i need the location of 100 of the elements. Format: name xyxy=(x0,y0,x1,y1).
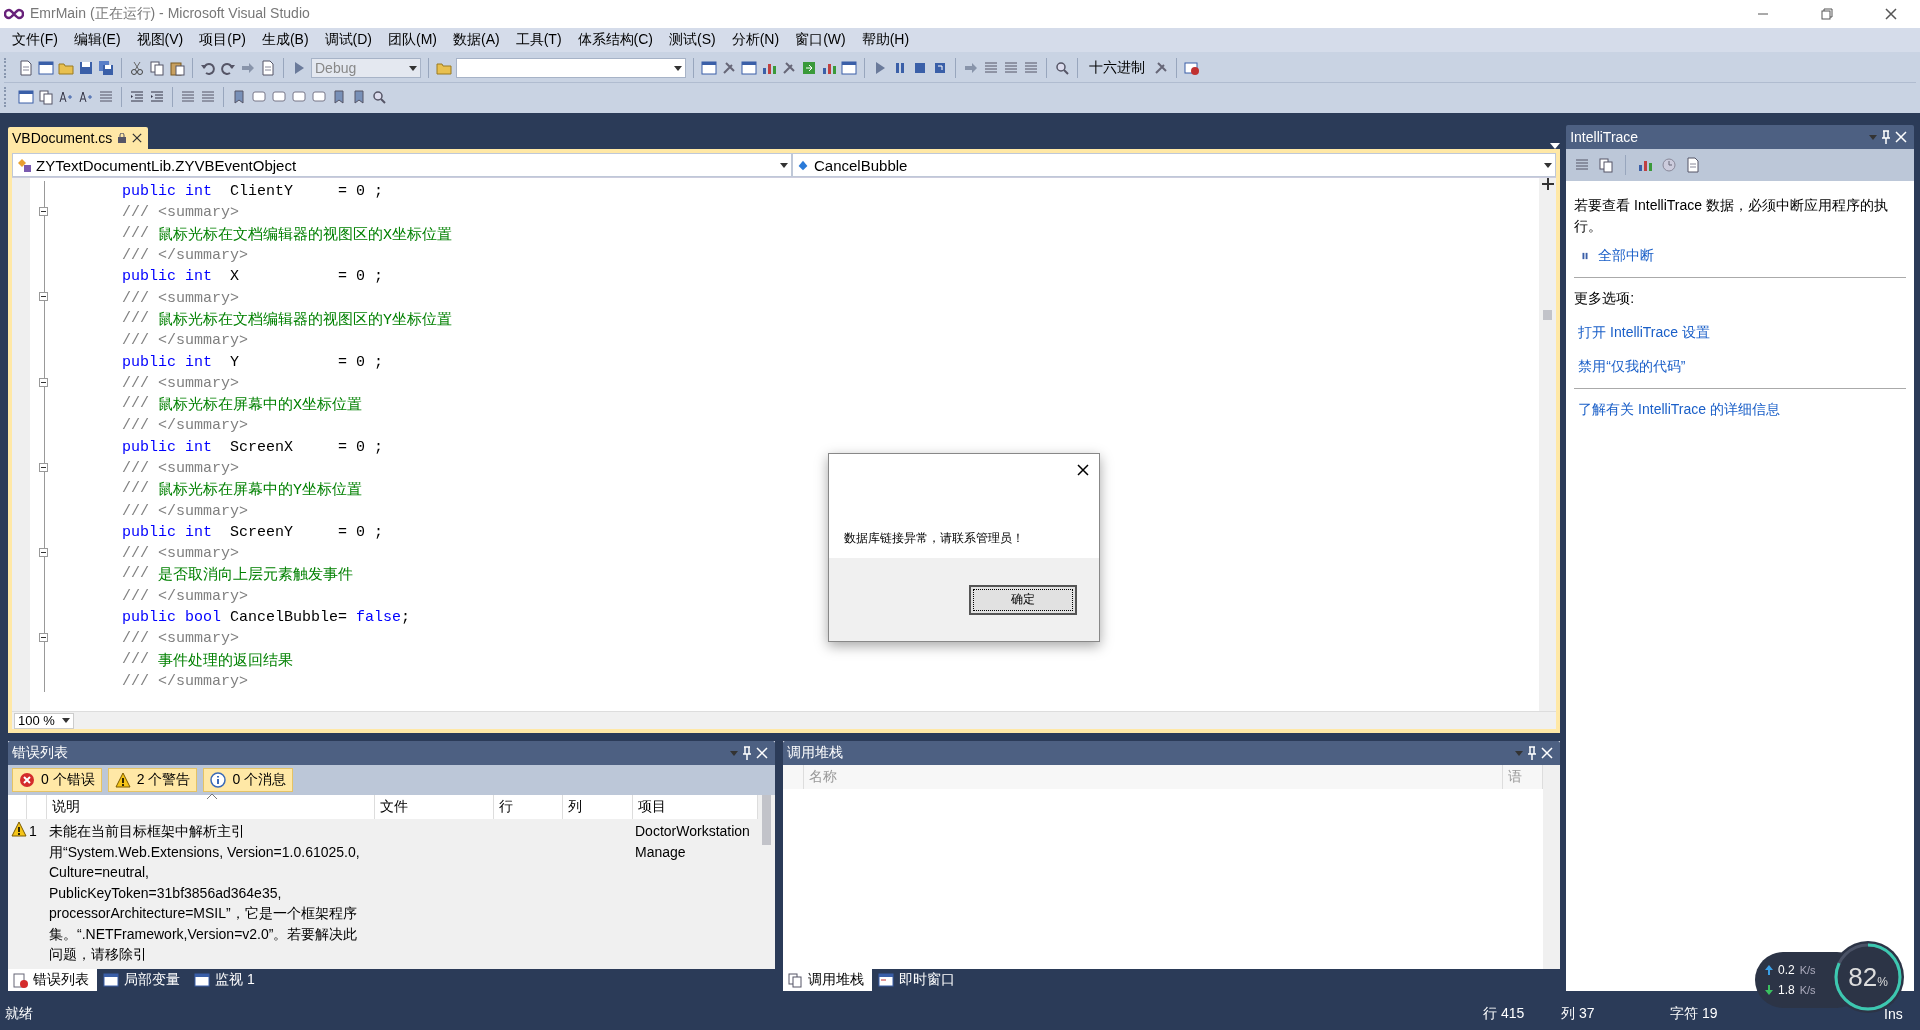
menu-item[interactable]: 窗口(W) xyxy=(787,29,854,51)
collapse-icon[interactable] xyxy=(39,548,48,558)
undo-icon[interactable] xyxy=(200,60,216,76)
option-link[interactable]: 禁用“仅我的代码” xyxy=(1578,358,1686,376)
panel-tab[interactable]: 调用堆栈 xyxy=(783,969,872,991)
window-icon[interactable] xyxy=(841,60,857,76)
scrollbar-thumb[interactable] xyxy=(1543,310,1553,320)
menu-item[interactable]: 视图(V) xyxy=(128,29,192,51)
document-icon[interactable] xyxy=(260,60,276,76)
ok-button[interactable]: 确定 xyxy=(969,584,1077,615)
close-icon[interactable] xyxy=(132,133,143,143)
window-menu-icon[interactable] xyxy=(730,750,738,756)
menu-item[interactable]: 分析(N) xyxy=(723,29,788,51)
collapse-icon[interactable] xyxy=(39,633,48,643)
scrollbar[interactable] xyxy=(758,795,775,969)
font-icon[interactable] xyxy=(78,89,94,105)
document-tab[interactable]: VBDocument.cs xyxy=(8,127,149,149)
filter-toggle[interactable]: 2 个警告 xyxy=(107,768,198,792)
save-all-icon[interactable] xyxy=(98,60,114,76)
menu-item[interactable]: 团队(M) xyxy=(380,29,445,51)
collapse-icon[interactable] xyxy=(39,292,48,302)
split-icon[interactable] xyxy=(1541,178,1554,190)
add-item-icon[interactable] xyxy=(38,60,54,76)
comment-slashes: /// xyxy=(122,224,149,244)
menu-item[interactable]: 帮助(H) xyxy=(853,29,918,51)
percent-sign: % xyxy=(1877,975,1888,989)
column-header[interactable]: 说明 xyxy=(46,795,374,819)
selection-icon[interactable] xyxy=(38,89,54,105)
menu-item[interactable]: 测试(S) xyxy=(661,29,724,51)
paste-icon[interactable] xyxy=(169,60,185,76)
filter-toggle[interactable]: 0 个消息 xyxy=(203,768,294,792)
restore-icon[interactable] xyxy=(1821,8,1833,20)
column-header[interactable]: 项目 xyxy=(632,795,758,819)
learn-more-link[interactable]: 了解有关 IntelliTrace 的详细信息 xyxy=(1578,401,1780,419)
error-icon xyxy=(19,772,35,788)
code-text: Y = 0 ; xyxy=(229,353,384,371)
dropdown-arrow-icon[interactable] xyxy=(674,65,682,71)
dropdown-arrow-icon[interactable] xyxy=(780,162,788,168)
scrollbar[interactable] xyxy=(1543,765,1561,969)
menu-item[interactable]: 文件(F) xyxy=(4,29,66,51)
collapse-icon[interactable] xyxy=(39,207,48,217)
pause-icon[interactable] xyxy=(1580,250,1591,262)
menu-item[interactable]: 调试(D) xyxy=(316,29,380,51)
select-icon[interactable] xyxy=(18,89,34,105)
collapse-icon[interactable] xyxy=(39,377,48,387)
toolbox-icon[interactable] xyxy=(741,60,757,76)
type-dropdown[interactable]: ZYTextDocumentLib.ZYVBEventObject xyxy=(12,153,792,177)
panel-tab[interactable]: 即时窗口 xyxy=(874,969,963,991)
column-header[interactable]: 行 xyxy=(493,795,562,819)
menu-item[interactable]: 项目(P) xyxy=(191,29,254,51)
menu-item[interactable]: 工具(T) xyxy=(507,29,570,51)
indent-icon[interactable] xyxy=(129,89,145,105)
doc-comment-text: 是否取消向上层元素触发事件 xyxy=(158,565,353,585)
column-header[interactable]: 文件 xyxy=(374,795,493,819)
outdent-icon[interactable] xyxy=(149,89,165,105)
dropdown-arrow-icon[interactable] xyxy=(1544,162,1553,168)
panel-tab[interactable]: 错误列表 xyxy=(8,969,97,991)
export-icon[interactable] xyxy=(801,60,817,76)
search-icon[interactable] xyxy=(1054,60,1070,76)
menu-item[interactable]: 生成(B) xyxy=(253,29,317,51)
cut-icon[interactable] xyxy=(129,60,145,76)
close-icon[interactable] xyxy=(1077,464,1089,476)
copy-icon[interactable] xyxy=(149,60,165,76)
save-icon[interactable] xyxy=(78,60,94,76)
menu-item[interactable]: 数据(A) xyxy=(445,29,508,51)
restart-icon[interactable] xyxy=(932,60,948,76)
option-link[interactable]: 打开 IntelliTrace 设置 xyxy=(1578,324,1710,342)
menu-item[interactable]: 编辑(E) xyxy=(65,29,129,51)
scrollbar[interactable] xyxy=(1539,178,1557,711)
search-icon[interactable] xyxy=(371,89,387,105)
bookmark-icon[interactable] xyxy=(331,89,347,105)
doc-comment-tag: /// <summary> xyxy=(122,374,240,392)
scrollbar-thumb[interactable] xyxy=(762,795,771,845)
redo-icon[interactable] xyxy=(220,60,236,76)
stop-icon[interactable] xyxy=(912,60,928,76)
new-project-icon[interactable] xyxy=(18,60,34,76)
stack-icon[interactable] xyxy=(1598,157,1615,173)
close-icon[interactable] xyxy=(1885,8,1897,20)
code-keyword: public int xyxy=(122,183,212,201)
bookmark-icon[interactable] xyxy=(231,89,247,105)
tab-list-icon[interactable] xyxy=(1550,141,1561,149)
hex-button[interactable]: 十六进制 xyxy=(1085,59,1149,77)
dropdown-arrow-icon[interactable] xyxy=(62,718,70,723)
zoom-dropdown[interactable]: 100 % xyxy=(14,712,74,729)
line-indicator: 行 415 xyxy=(1483,1005,1526,1023)
find-window-icon[interactable] xyxy=(701,60,717,76)
column-header[interactable]: 列 xyxy=(562,795,632,819)
bookmark-icon[interactable] xyxy=(351,89,367,105)
filter-toggle[interactable]: 0 个错误 xyxy=(12,768,102,792)
menu-item[interactable]: 体系结构(C) xyxy=(569,29,661,51)
break-all-link[interactable]: 全部中断 xyxy=(1598,247,1655,265)
window-menu-icon[interactable] xyxy=(1869,134,1877,140)
collapse-icon[interactable] xyxy=(39,462,48,472)
panel-tab[interactable]: 局部变量 xyxy=(99,969,188,991)
member-dropdown[interactable]: CancelBubble xyxy=(792,153,1557,177)
code-text: ScreenX = 0 ; xyxy=(229,438,384,456)
breakpoint-window-icon[interactable] xyxy=(1184,60,1200,76)
history-icon[interactable] xyxy=(1685,157,1702,173)
window-menu-icon[interactable] xyxy=(1515,750,1524,756)
panel-tab[interactable]: 监视 1 xyxy=(190,969,263,991)
